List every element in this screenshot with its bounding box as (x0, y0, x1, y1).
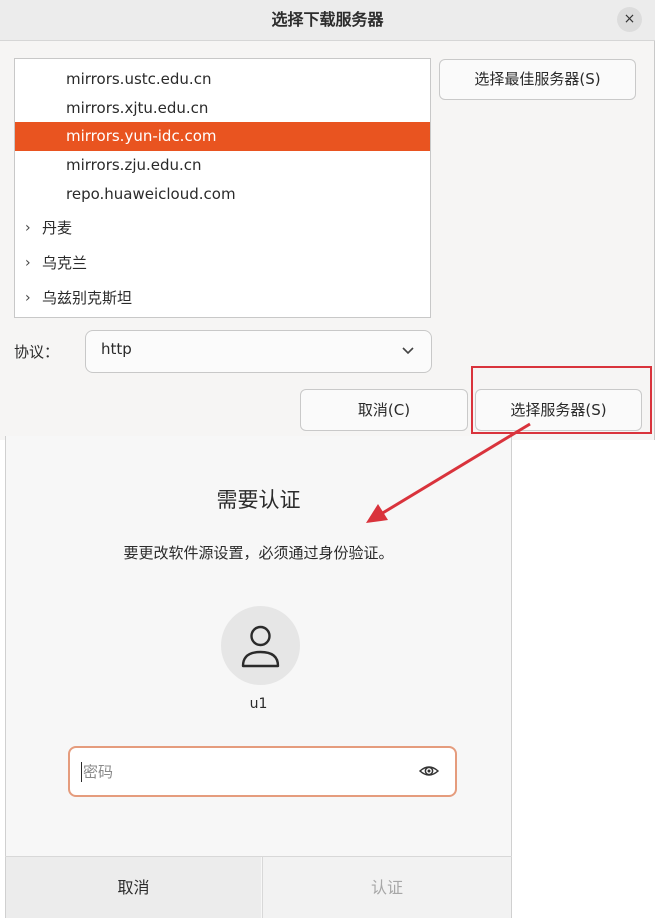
protocol-value: http (101, 340, 132, 358)
password-input[interactable] (68, 746, 457, 797)
dialog-title: 选择下载服务器 (271, 10, 384, 29)
server-list[interactable]: mirrors.ustc.edu.cn mirrors.xjtu.edu.cn … (14, 58, 431, 318)
server-item-selected[interactable]: mirrors.yun-idc.com (15, 122, 430, 151)
country-group-uzbekistan[interactable]: › 乌兹别克斯坦 (15, 281, 430, 316)
chevron-right-icon: › (25, 220, 31, 236)
cancel-button[interactable]: 取消(C) (300, 389, 468, 431)
country-label: 乌克兰 (42, 254, 88, 272)
user-avatar-icon (221, 606, 300, 685)
chevron-right-icon: › (25, 255, 31, 271)
server-item[interactable]: mirrors.xjtu.edu.cn (15, 94, 430, 123)
auth-title: 需要认证 (216, 488, 301, 512)
password-placeholder: 密码 (83, 763, 114, 781)
chevron-down-icon (402, 347, 414, 355)
server-item[interactable]: mirrors.zju.edu.cn (15, 151, 430, 180)
protocol-label: 协议： (14, 343, 60, 361)
country-label: 丹麦 (42, 219, 73, 237)
text-cursor (81, 762, 82, 782)
server-item[interactable]: mirrors.ustc.edu.cn (15, 65, 430, 94)
auth-message: 要更改软件源设置，必须通过身份验证。 (123, 544, 394, 562)
authenticate-button[interactable]: 认证 (262, 857, 511, 918)
server-item[interactable]: repo.huaweicloud.com (15, 180, 430, 209)
protocol-dropdown[interactable] (85, 330, 432, 373)
country-group-ukraine[interactable]: › 乌克兰 (15, 246, 430, 281)
eye-icon[interactable] (418, 760, 440, 782)
close-icon[interactable]: × (617, 7, 642, 32)
country-group-denmark[interactable]: › 丹麦 (15, 211, 430, 246)
chevron-right-icon: › (25, 290, 31, 306)
annotation-highlight-box (471, 366, 652, 434)
auth-cancel-button[interactable]: 取消 (6, 857, 261, 918)
select-best-server-button[interactable]: 选择最佳服务器(S) (439, 59, 636, 100)
username-label: u1 (249, 696, 268, 712)
country-label: 乌兹别克斯坦 (42, 289, 133, 307)
